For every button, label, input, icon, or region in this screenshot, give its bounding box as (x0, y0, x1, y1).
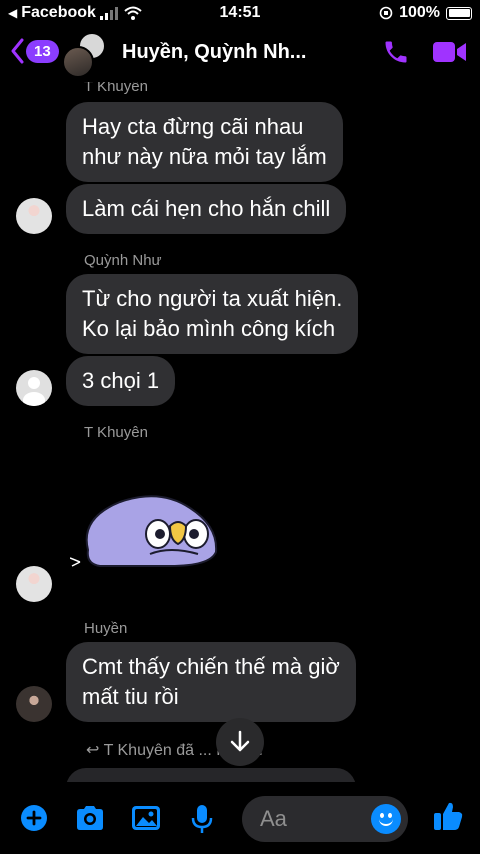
status-bar: ◀ Facebook 14:51 100% (0, 0, 480, 26)
battery-percent: 100% (399, 4, 440, 21)
sticker-image[interactable] (69, 490, 230, 570)
composer-bar (0, 782, 480, 854)
back-chevron-icon (11, 38, 24, 64)
microphone-icon (191, 805, 213, 833)
unread-count-badge: 13 (26, 39, 59, 63)
avatar[interactable] (16, 686, 52, 722)
chat-header: 13 Huyền, Quỳnh Nh... (0, 26, 480, 82)
penguin-sticker-icon (69, 495, 218, 567)
camera-icon (77, 806, 103, 830)
avatar[interactable] (16, 198, 52, 234)
video-call-button[interactable] (432, 40, 468, 69)
message-bubble[interactable]: Làm cái hẹn cho hắn chill (66, 184, 347, 234)
voice-message-button[interactable] (190, 804, 214, 839)
emoji-button[interactable] (371, 804, 401, 834)
scroll-to-bottom-button[interactable] (216, 718, 264, 766)
phone-icon (385, 41, 407, 63)
camera-button[interactable] (74, 804, 106, 837)
arrow-down-icon (230, 730, 250, 752)
thumbs-up-icon (434, 802, 463, 830)
reply-arrow-icon: ↩ (86, 742, 104, 759)
back-button[interactable]: 13 (10, 38, 59, 64)
sender-name: T Khuyên (84, 82, 148, 95)
message-bubble[interactable]: Từ cho người ta xuất hiện. Ko lại bảo mì… (66, 274, 359, 354)
group-avatar-member-2 (62, 46, 94, 78)
sender-name: Huyền (84, 620, 128, 637)
avatar[interactable] (16, 370, 52, 406)
gallery-button[interactable] (131, 804, 161, 837)
video-camera-icon (433, 42, 466, 62)
group-avatar[interactable] (62, 32, 112, 78)
more-actions-button[interactable] (20, 804, 48, 837)
conversation-title[interactable]: Huyền, Quỳnh Nh... (122, 41, 306, 64)
audio-call-button[interactable] (382, 38, 410, 71)
avatar[interactable] (16, 566, 52, 602)
message-bubble-partial[interactable] (66, 768, 356, 782)
emoji-icon (379, 819, 393, 826)
orientation-lock-icon (379, 6, 393, 20)
sender-name: Quỳnh Như (84, 252, 162, 269)
image-icon (132, 806, 160, 830)
message-bubble[interactable]: Hay cta đừng cãi nhau như này nữa mỏi ta… (66, 102, 343, 182)
sender-name: T Khuyên (84, 424, 148, 441)
status-right: 100% (379, 4, 472, 22)
plus-icon (21, 805, 47, 831)
message-bubble[interactable]: 3 chọi 1 (66, 356, 176, 406)
message-list[interactable]: T Khuyên Hay cta đừng cãi nhau như này n… (0, 82, 480, 782)
thumbs-up-button[interactable] (432, 800, 464, 837)
message-bubble[interactable]: Cmt thấy chiến thế mà giờ mất tiu rồi (66, 642, 356, 722)
battery-icon (446, 6, 472, 20)
